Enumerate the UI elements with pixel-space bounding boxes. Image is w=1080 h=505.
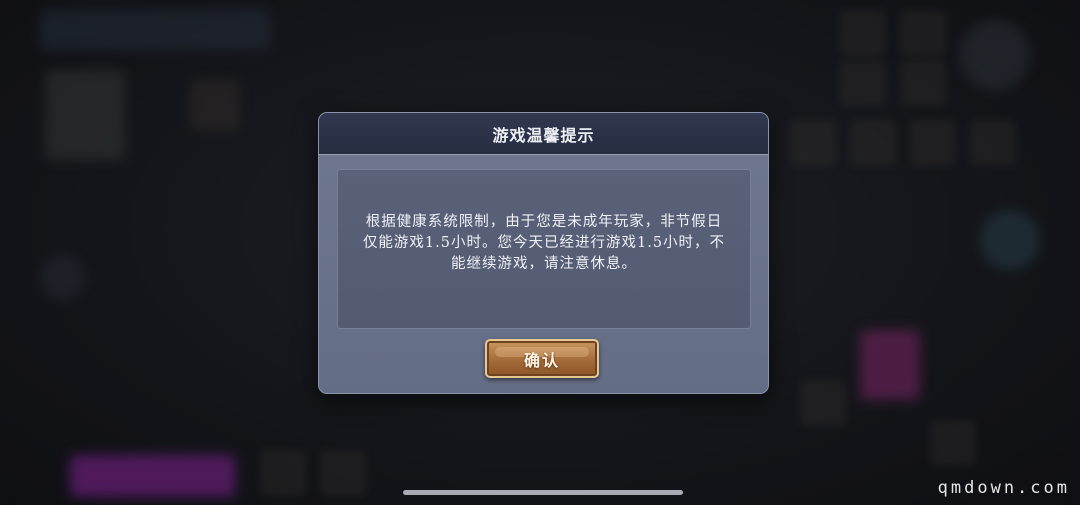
game-screen: 游戏温馨提示 根据健康系统限制，由于您是未成年玩家，非节假日仅能游戏1.5小时。… — [0, 0, 1080, 505]
dialog-content-box: 根据健康系统限制，由于您是未成年玩家，非节假日仅能游戏1.5小时。您今天已经进行… — [337, 169, 751, 329]
notice-dialog: 游戏温馨提示 根据健康系统限制，由于您是未成年玩家，非节假日仅能游戏1.5小时。… — [318, 112, 769, 394]
dialog-title: 游戏温馨提示 — [492, 125, 595, 145]
dialog-header: 游戏温馨提示 — [319, 113, 768, 155]
watermark-text: qmdown.com — [937, 478, 1070, 498]
confirm-button-label: 确认 — [523, 350, 560, 370]
home-indicator[interactable] — [403, 490, 683, 495]
confirm-button[interactable]: 确认 — [485, 339, 599, 378]
dialog-message: 根据健康系统限制，由于您是未成年玩家，非节假日仅能游戏1.5小时。您今天已经进行… — [362, 213, 726, 272]
